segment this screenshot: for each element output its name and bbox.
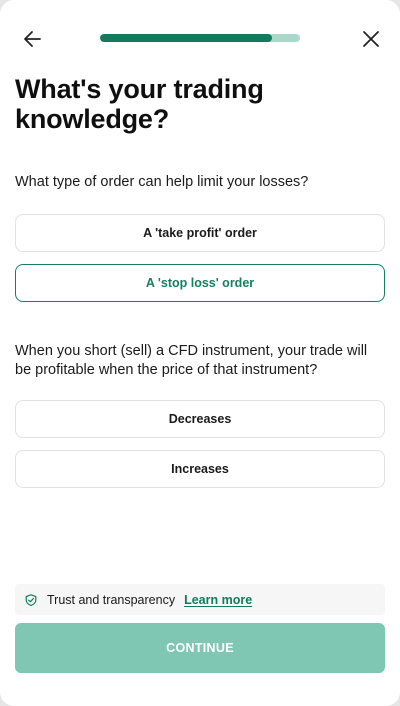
back-button[interactable] — [20, 26, 46, 52]
option-decreases[interactable]: Decreases — [15, 400, 385, 438]
arrow-left-icon — [24, 31, 41, 47]
close-button[interactable] — [358, 26, 384, 52]
continue-button[interactable]: CONTINUE — [15, 623, 385, 673]
learn-more-link[interactable]: Learn more — [184, 593, 252, 607]
question-short-cfd: When you short (sell) a CFD instrument, … — [15, 343, 368, 378]
trust-bar: Trust and transparency Learn more — [15, 584, 385, 615]
shield-check-icon — [25, 593, 37, 606]
option-increases[interactable]: Increases — [15, 450, 385, 488]
option-stop-loss[interactable]: A 'stop loss' order — [15, 264, 385, 302]
progress-fill — [100, 34, 272, 42]
option-take-profit[interactable]: A 'take profit' order — [15, 214, 385, 252]
close-icon — [363, 31, 379, 47]
progress-bar — [100, 34, 300, 42]
trading-knowledge-sheet: What's your trading knowledge? What type… — [0, 0, 400, 706]
question-order-type: What type of order can help limit your l… — [15, 174, 309, 190]
page-title: What's your trading knowledge? — [15, 74, 264, 134]
trust-text: Trust and transparency — [47, 592, 176, 607]
